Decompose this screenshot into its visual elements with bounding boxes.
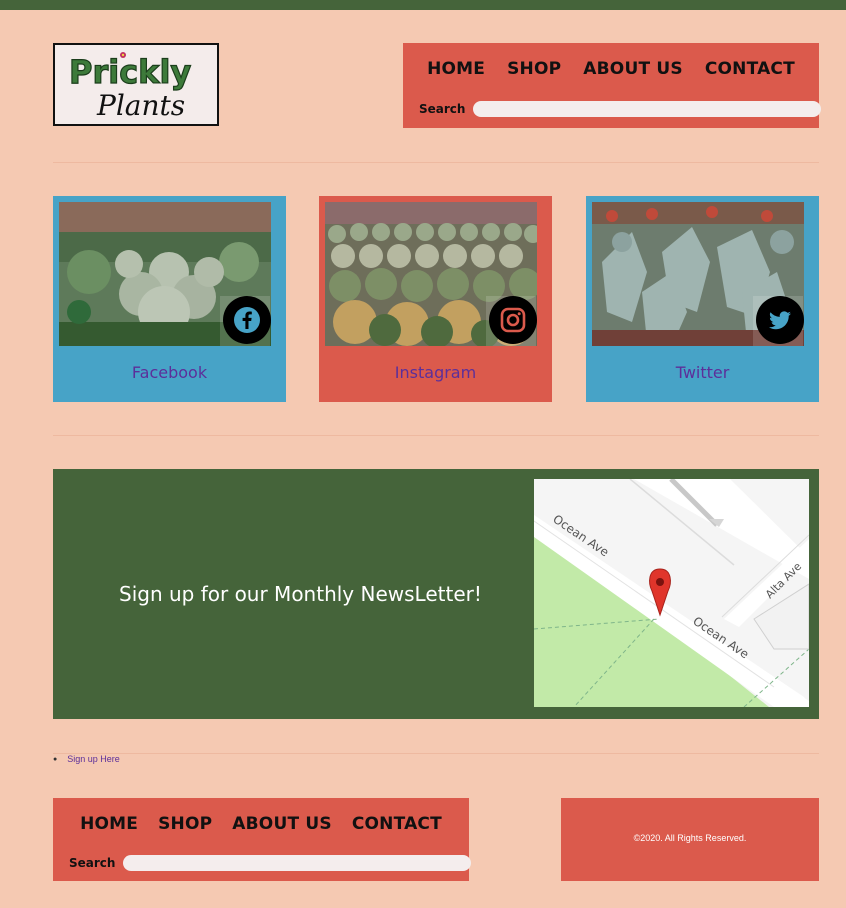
header-nav-links: HOME SHOP ABOUT US CONTACT — [403, 43, 819, 79]
list-item: ● Sign up Here — [53, 754, 120, 764]
nav-about-us[interactable]: ABOUT US — [583, 59, 683, 79]
facebook-card[interactable]: Facebook — [53, 196, 286, 402]
nav-contact[interactable]: CONTACT — [705, 59, 795, 79]
nav-contact[interactable]: CONTACT — [352, 814, 442, 834]
copyright-text: ©2020. All Rights Reserved. — [633, 833, 747, 843]
nav-shop[interactable]: SHOP — [507, 59, 561, 79]
cactus-flower-icon — [120, 52, 126, 58]
divider — [53, 162, 819, 163]
search-input[interactable] — [123, 855, 472, 871]
logo-line2: Plants — [96, 89, 185, 122]
search-input[interactable] — [473, 101, 822, 117]
facebook-icon[interactable] — [223, 296, 271, 344]
signup-list: ● Sign up Here — [53, 754, 120, 764]
instagram-card[interactable]: Instagram — [319, 196, 552, 402]
top-accent-bar — [0, 0, 846, 10]
twitter-icon[interactable] — [756, 296, 804, 344]
nav-about-us[interactable]: ABOUT US — [232, 814, 332, 834]
instagram-link[interactable]: Instagram — [319, 363, 552, 382]
footer-nav: HOME SHOP ABOUT US CONTACT Search — [53, 798, 472, 881]
signup-link[interactable]: Sign up Here — [67, 754, 120, 764]
footer-search: Search — [69, 855, 472, 871]
footer-nav-links: HOME SHOP ABOUT US CONTACT — [53, 798, 469, 834]
nav-home[interactable]: HOME — [427, 59, 485, 79]
header-nav: HOME SHOP ABOUT US CONTACT Search — [403, 43, 822, 128]
prickly-plants-logo[interactable]: Prickly Plants — [53, 43, 219, 126]
instagram-icon[interactable] — [489, 296, 537, 344]
header-search: Search — [419, 101, 822, 117]
bullet-icon: ● — [53, 755, 58, 763]
search-label: Search — [419, 102, 466, 116]
divider — [53, 753, 819, 754]
location-map[interactable]: Ocean Ave Ocean Ave Alta Ave — [534, 479, 809, 707]
twitter-card[interactable]: Twitter — [586, 196, 819, 402]
search-label: Search — [69, 856, 116, 870]
nav-shop[interactable]: SHOP — [158, 814, 212, 834]
divider — [53, 435, 819, 436]
nav-home[interactable]: HOME — [80, 814, 138, 834]
newsletter-headline: Sign up for our Monthly NewsLetter! — [119, 582, 482, 606]
logo-line1: Prickly — [69, 53, 191, 91]
facebook-link[interactable]: Facebook — [53, 363, 286, 382]
twitter-link[interactable]: Twitter — [586, 363, 819, 382]
copyright-box: ©2020. All Rights Reserved. — [561, 798, 819, 881]
newsletter-section: Sign up for our Monthly NewsLetter! Ocea… — [53, 469, 819, 719]
